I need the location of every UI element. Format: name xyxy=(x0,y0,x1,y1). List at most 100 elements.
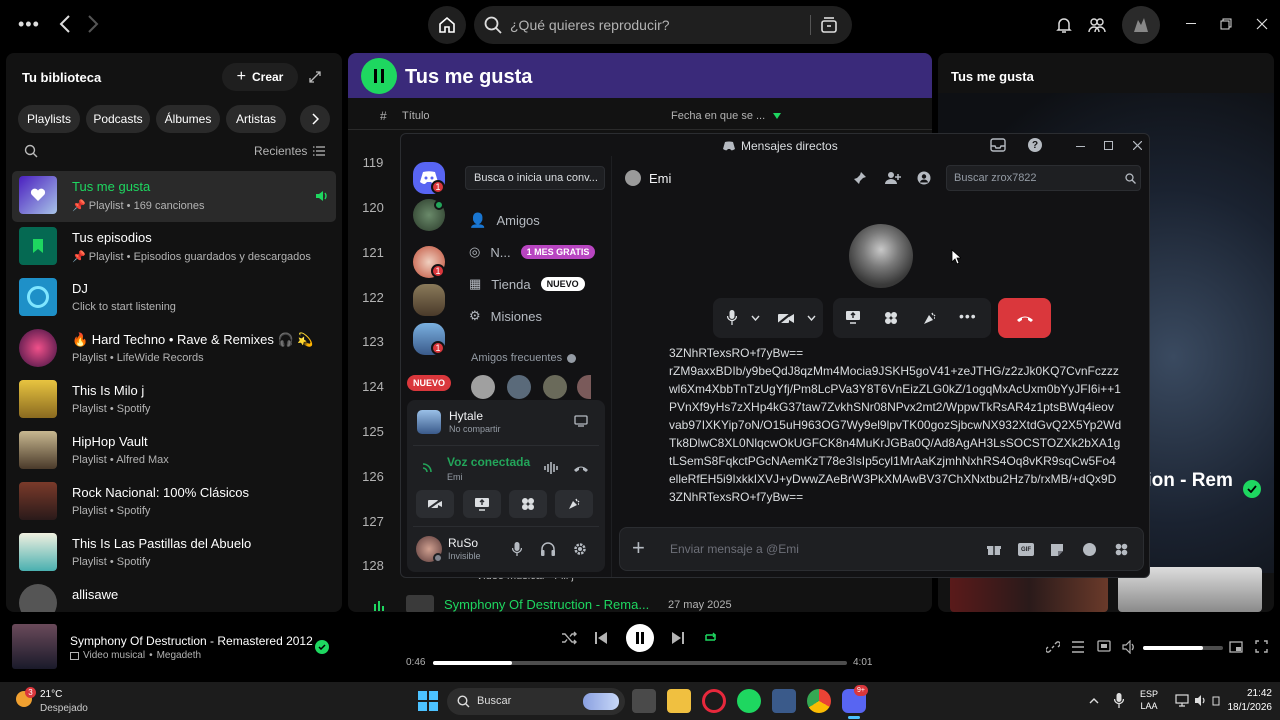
now-playing-cover[interactable] xyxy=(12,624,57,669)
search-bar[interactable]: ¿Qué quieres reproducir? xyxy=(474,6,852,44)
forward-arrow-icon[interactable] xyxy=(86,14,100,39)
mini-player-icon[interactable] xyxy=(1229,641,1243,653)
sticker-icon[interactable] xyxy=(1050,543,1064,556)
screen-share-button[interactable] xyxy=(463,490,501,518)
connect-device-icon[interactable] xyxy=(1097,640,1111,654)
language-indicator[interactable]: ESP LAA xyxy=(1140,688,1158,712)
list-item[interactable]: This Is Las Pastillas del Abuelo Playlis… xyxy=(12,528,336,579)
friends-activity-icon[interactable] xyxy=(1088,16,1106,34)
fullscreen-icon[interactable] xyxy=(1255,640,1268,653)
list-item[interactable]: 🔥 Hard Techno • Rave & Remixes 🎧 💫 Playl… xyxy=(12,324,336,375)
column-date[interactable]: Fecha en que se ... xyxy=(671,110,782,122)
list-item[interactable]: DJ Click to start listening xyxy=(12,273,336,324)
soundboard-icon[interactable] xyxy=(922,311,937,326)
friend-avatar[interactable] xyxy=(543,375,567,399)
file-explorer-icon[interactable] xyxy=(667,689,691,713)
expand-icon[interactable] xyxy=(309,71,321,83)
chevron-down-icon[interactable] xyxy=(751,315,760,321)
search-input[interactable]: ¿Qué quieres reproducir? xyxy=(510,17,670,33)
add-friend-icon[interactable] xyxy=(885,171,901,185)
network-icon[interactable] xyxy=(1175,694,1189,707)
progress-bar[interactable] xyxy=(433,661,847,665)
play-pause-button[interactable] xyxy=(626,624,654,652)
gif-icon[interactable]: GIF xyxy=(1018,543,1034,556)
bell-icon[interactable] xyxy=(1056,16,1072,34)
queue-icon[interactable] xyxy=(1071,641,1085,653)
message-composer[interactable]: + Enviar mensaje a @Emi GIF xyxy=(619,527,1144,571)
headphones-icon[interactable] xyxy=(541,542,555,556)
more-options-icon[interactable]: ••• xyxy=(959,308,977,324)
chip-playlists[interactable]: Playlists xyxy=(18,105,80,133)
now-playing-row[interactable]: Symphony Of Destruction - Rema... 27 may… xyxy=(348,589,932,612)
chevron-up-icon[interactable] xyxy=(1089,698,1099,704)
nav-friends[interactable]: 👤 Amigos xyxy=(469,212,540,229)
opera-icon[interactable] xyxy=(702,689,726,713)
chrome-icon[interactable] xyxy=(807,689,831,713)
sort-button[interactable]: Recientes xyxy=(254,144,326,158)
settings-gear-icon[interactable] xyxy=(573,542,587,556)
related-video-thumb[interactable] xyxy=(950,575,1108,612)
previous-icon[interactable] xyxy=(594,631,608,645)
inbox-icon[interactable] xyxy=(990,138,1006,152)
minimize-icon[interactable] xyxy=(1076,146,1085,147)
now-playing-title[interactable]: Symphony Of Destruction - Remastered 201… xyxy=(70,634,313,648)
activities-icon[interactable] xyxy=(884,311,898,325)
voice-waveform-icon[interactable] xyxy=(544,461,560,475)
column-title[interactable]: Título xyxy=(402,110,430,122)
minimize-icon[interactable] xyxy=(1186,23,1196,24)
home-button[interactable] xyxy=(428,6,466,44)
clock[interactable]: 21:42 18/1/2026 xyxy=(1222,687,1273,715)
volume-icon[interactable] xyxy=(1122,640,1138,654)
chip-artists[interactable]: Artistas xyxy=(226,105,286,133)
battery-icon[interactable] xyxy=(1212,696,1220,706)
back-arrow-icon[interactable] xyxy=(58,14,72,39)
library-search-icon[interactable] xyxy=(24,144,38,158)
microphone-icon[interactable] xyxy=(512,542,522,556)
friend-avatar[interactable] xyxy=(471,375,495,399)
voice-status[interactable]: Voz conectada xyxy=(447,455,530,469)
nav-nitro[interactable]: ◎ N... 1 MES GRATIS xyxy=(469,244,596,260)
avatar[interactable] xyxy=(1122,6,1160,44)
maximize-icon[interactable] xyxy=(1104,141,1113,150)
now-playing-artist[interactable]: Megadeth xyxy=(157,650,201,661)
list-item[interactable]: Tus me gusta 📌 Playlist • 169 canciones xyxy=(12,171,336,222)
list-item[interactable]: This Is Milo j Playlist • Spotify xyxy=(12,375,336,426)
chip-podcasts[interactable]: Podcasts xyxy=(86,105,150,133)
repeat-icon[interactable] xyxy=(703,630,718,645)
gift-icon[interactable] xyxy=(987,543,1001,556)
volume-slider[interactable] xyxy=(1143,646,1223,650)
stream-icon[interactable] xyxy=(574,415,588,427)
nav-shop[interactable]: ▦ Tienda NUEVO xyxy=(469,276,585,292)
friend-avatar[interactable] xyxy=(507,375,531,399)
speaker-icon[interactable] xyxy=(1194,694,1208,707)
nav-quests[interactable]: ⚙ Misiones xyxy=(469,308,542,324)
spotify-icon[interactable] xyxy=(737,689,761,713)
saved-check-icon[interactable] xyxy=(315,640,329,654)
camera-off-button[interactable] xyxy=(416,490,454,518)
close-icon[interactable] xyxy=(1256,18,1268,30)
list-item[interactable]: HipHop Vault Playlist • Alfred Max xyxy=(12,426,336,477)
taskbar-search[interactable]: Buscar xyxy=(447,688,625,715)
restore-icon[interactable] xyxy=(1220,18,1232,30)
weather-widget[interactable]: 3 21°C Despejado xyxy=(16,687,106,715)
attach-plus-icon[interactable]: + xyxy=(632,536,645,560)
close-icon[interactable] xyxy=(1133,141,1142,150)
chips-next-button[interactable] xyxy=(300,105,330,133)
create-button[interactable]: + Crear xyxy=(222,63,298,91)
task-view-icon[interactable] xyxy=(632,689,656,713)
disconnect-icon[interactable] xyxy=(573,463,589,473)
apps-icon[interactable] xyxy=(1115,543,1128,556)
microphone-icon[interactable] xyxy=(1114,693,1124,708)
user-profile-icon[interactable] xyxy=(917,171,931,185)
camera-off-icon[interactable] xyxy=(777,311,795,325)
mic-control[interactable] xyxy=(713,298,823,338)
pin-icon[interactable] xyxy=(853,171,867,185)
link-icon[interactable] xyxy=(1046,640,1060,654)
chevron-down-icon[interactable] xyxy=(807,315,816,321)
play-button[interactable] xyxy=(361,58,397,94)
saved-check-icon[interactable] xyxy=(1243,480,1261,498)
server-icon[interactable] xyxy=(413,284,445,316)
screen-share-icon[interactable] xyxy=(845,310,861,325)
hytale-icon[interactable] xyxy=(772,689,796,713)
list-item[interactable]: allisawe xyxy=(12,579,336,612)
